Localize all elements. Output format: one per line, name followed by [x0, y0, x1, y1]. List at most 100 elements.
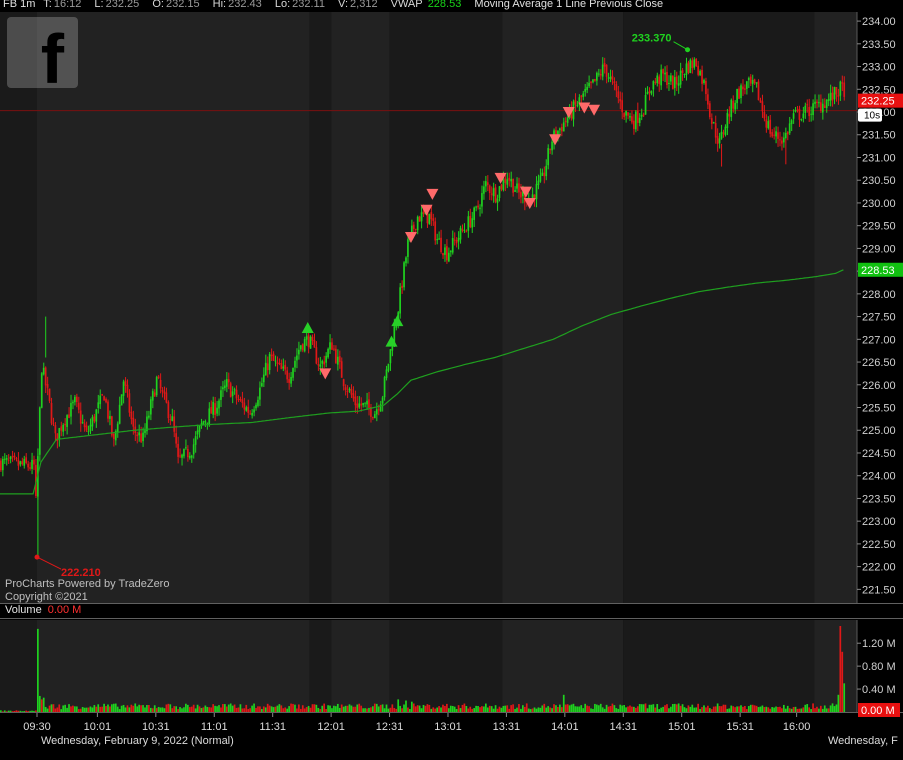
volume-bar	[804, 704, 807, 712]
volume-bar	[296, 708, 298, 712]
volume-bar	[749, 704, 752, 712]
volume-bar	[274, 706, 277, 712]
candle-up	[484, 181, 487, 187]
symbol-interval[interactable]: FB 1m	[3, 0, 35, 10]
volume-bar	[3, 710, 6, 712]
candle-down	[761, 101, 764, 112]
candle-down	[432, 218, 435, 221]
candle-down	[243, 402, 246, 410]
volume-bar	[373, 703, 376, 712]
candle-up	[233, 389, 236, 391]
volume-bar	[636, 706, 639, 712]
volume-bar	[475, 705, 477, 712]
candle-down	[627, 112, 629, 116]
time-tick-label: 13:01	[434, 721, 462, 733]
candle-down	[159, 379, 162, 389]
candle-up	[582, 93, 585, 97]
candle-down	[611, 75, 614, 81]
low-label: Lo:	[274, 0, 291, 10]
volume-bar	[412, 703, 415, 712]
candle-down	[350, 389, 353, 395]
volume-bar	[420, 708, 423, 712]
candle-down	[83, 423, 86, 428]
volume-bar	[142, 705, 144, 712]
session-band-dark	[309, 620, 332, 712]
candle-up	[730, 99, 733, 118]
candle-down	[757, 81, 760, 101]
volume-bar	[675, 704, 678, 712]
volume-bar	[576, 706, 579, 712]
candle-up	[298, 349, 300, 355]
candle-down	[167, 402, 170, 419]
session-band-dark	[0, 620, 38, 712]
candle-up	[640, 114, 643, 117]
candle-up	[188, 456, 191, 458]
volume-bar	[438, 706, 440, 712]
candle-down	[753, 79, 756, 84]
volume-bar	[650, 704, 653, 712]
volume-bar	[652, 704, 655, 712]
volume-bar	[299, 708, 302, 712]
time-tick-label: 12:01	[317, 721, 345, 733]
candle-up	[259, 387, 261, 400]
volume-bar	[609, 706, 612, 712]
candle-down	[430, 212, 433, 220]
candle-down	[823, 105, 826, 109]
volume-bar	[601, 707, 604, 712]
candle-up	[790, 120, 793, 125]
volume-bar	[631, 706, 633, 712]
time-tick-label: 16:00	[783, 721, 811, 733]
time-tick-label: 11:01	[201, 721, 228, 733]
volume-bar	[812, 703, 814, 712]
volume-bar	[707, 705, 709, 712]
candle-up	[545, 165, 548, 177]
volume-bar	[617, 708, 620, 712]
volume-bar	[755, 705, 758, 712]
volume-bar	[229, 703, 232, 712]
candle-down	[675, 76, 678, 85]
candle-up	[634, 111, 637, 130]
volume-bar	[79, 708, 82, 712]
volume-bar	[510, 705, 513, 712]
volume-bar	[416, 705, 419, 712]
volume-bar	[366, 708, 368, 712]
volume-bar	[584, 703, 587, 712]
volume-bar	[586, 705, 588, 712]
candle-down	[247, 406, 250, 413]
volume-bar	[710, 709, 713, 712]
candle-up	[668, 82, 670, 85]
volume-bar	[348, 704, 351, 712]
volume-bar	[788, 708, 791, 712]
candle-up	[498, 186, 501, 198]
current-price-label: 232.25	[861, 96, 895, 108]
volume-bar	[823, 705, 826, 712]
candle-down	[68, 414, 70, 418]
candle-up	[321, 360, 324, 364]
volume-bar	[689, 706, 692, 712]
price-tick-label: 227.50	[862, 312, 896, 324]
volume-bar	[662, 706, 664, 712]
volume-bar	[574, 706, 577, 712]
candle-up	[385, 369, 388, 378]
price-chart[interactable]: 221.50 222.00 222.50 223.00 223.50 224.00 224.…	[0, 0, 903, 760]
candle-down	[749, 76, 752, 84]
volume-bar	[210, 707, 213, 712]
candle-up	[638, 117, 641, 124]
volume-bar	[116, 706, 119, 712]
candle-up	[652, 81, 655, 90]
volume-bar	[185, 703, 187, 712]
volume-bar	[697, 703, 699, 712]
vwap-badge-label: 228.53	[861, 265, 895, 277]
candle-up	[724, 126, 727, 135]
candle-down	[85, 425, 88, 431]
candle-down	[695, 58, 698, 67]
volume-bar	[122, 704, 125, 712]
volume-bar	[543, 703, 546, 712]
candle-down	[52, 423, 55, 425]
candle-down	[33, 459, 35, 465]
volume-bar	[25, 710, 28, 712]
candle-up	[718, 138, 721, 144]
studies-label[interactable]: Moving Average 1 Line Previous Close	[474, 0, 663, 10]
candle-up	[381, 397, 384, 404]
candle-up	[81, 422, 84, 424]
